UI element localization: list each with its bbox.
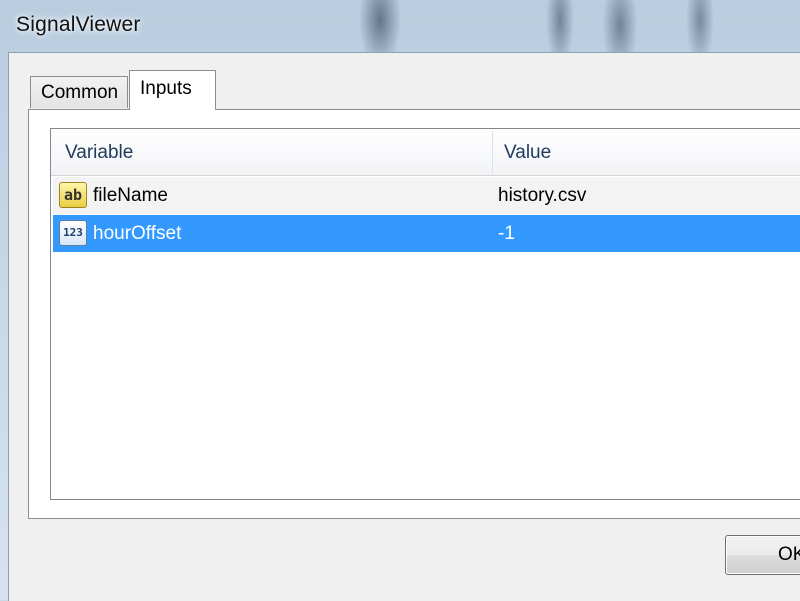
integer-icon: 123 — [59, 220, 87, 246]
inputs-list[interactable]: Variable Value ab fileName history.csv 1… — [50, 128, 800, 500]
column-divider[interactable] — [492, 131, 493, 173]
variable-value[interactable]: history.csv — [498, 177, 586, 214]
variable-value[interactable]: -1 — [498, 215, 515, 252]
string-icon: ab — [59, 182, 87, 208]
column-header-variable[interactable]: Variable — [65, 129, 133, 175]
variable-name: hourOffset — [93, 223, 182, 244]
list-item[interactable]: ab fileName history.csv — [53, 177, 800, 214]
list-header: Variable Value — [51, 129, 800, 176]
column-header-value[interactable]: Value — [504, 129, 551, 175]
variable-name: fileName — [93, 185, 168, 206]
tab-inputs[interactable]: Inputs — [129, 70, 216, 110]
tab-common[interactable]: Common — [30, 76, 128, 108]
signalviewer-dialog: SignalViewer Common Inputs Variable Valu… — [0, 0, 800, 601]
tab-strip: Common Inputs — [30, 70, 430, 110]
ok-button[interactable]: OK — [725, 535, 800, 575]
list-item-selected[interactable]: 123 hourOffset -1 — [53, 215, 800, 252]
title-bar[interactable]: SignalViewer — [0, 0, 800, 52]
window-title: SignalViewer — [16, 13, 141, 36]
